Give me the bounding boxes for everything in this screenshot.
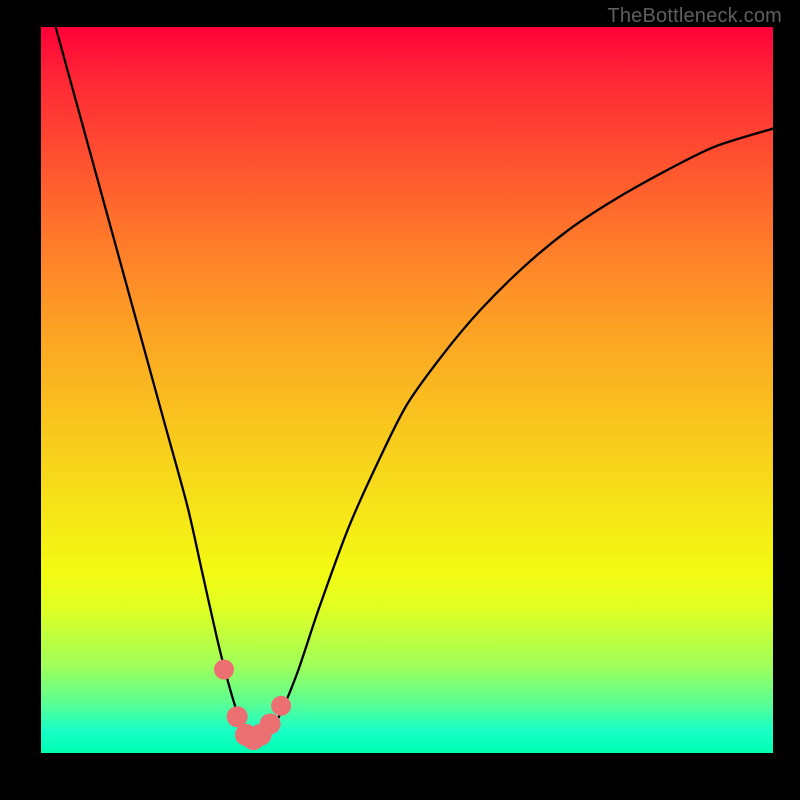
trough-marker (242, 727, 265, 750)
trough-marker (214, 660, 234, 680)
watermark-text: TheBottleneck.com (607, 5, 782, 28)
trough-marker (260, 713, 281, 734)
chart-frame: TheBottleneck.com (0, 0, 800, 800)
trough-marker (227, 706, 248, 727)
trough-marker (271, 696, 291, 716)
trough-marker (250, 724, 272, 746)
curve-svg (41, 27, 773, 753)
trough-marker (235, 724, 257, 746)
trough-markers (214, 660, 291, 750)
bottleneck-curve (56, 27, 773, 739)
plot-area (41, 27, 773, 753)
